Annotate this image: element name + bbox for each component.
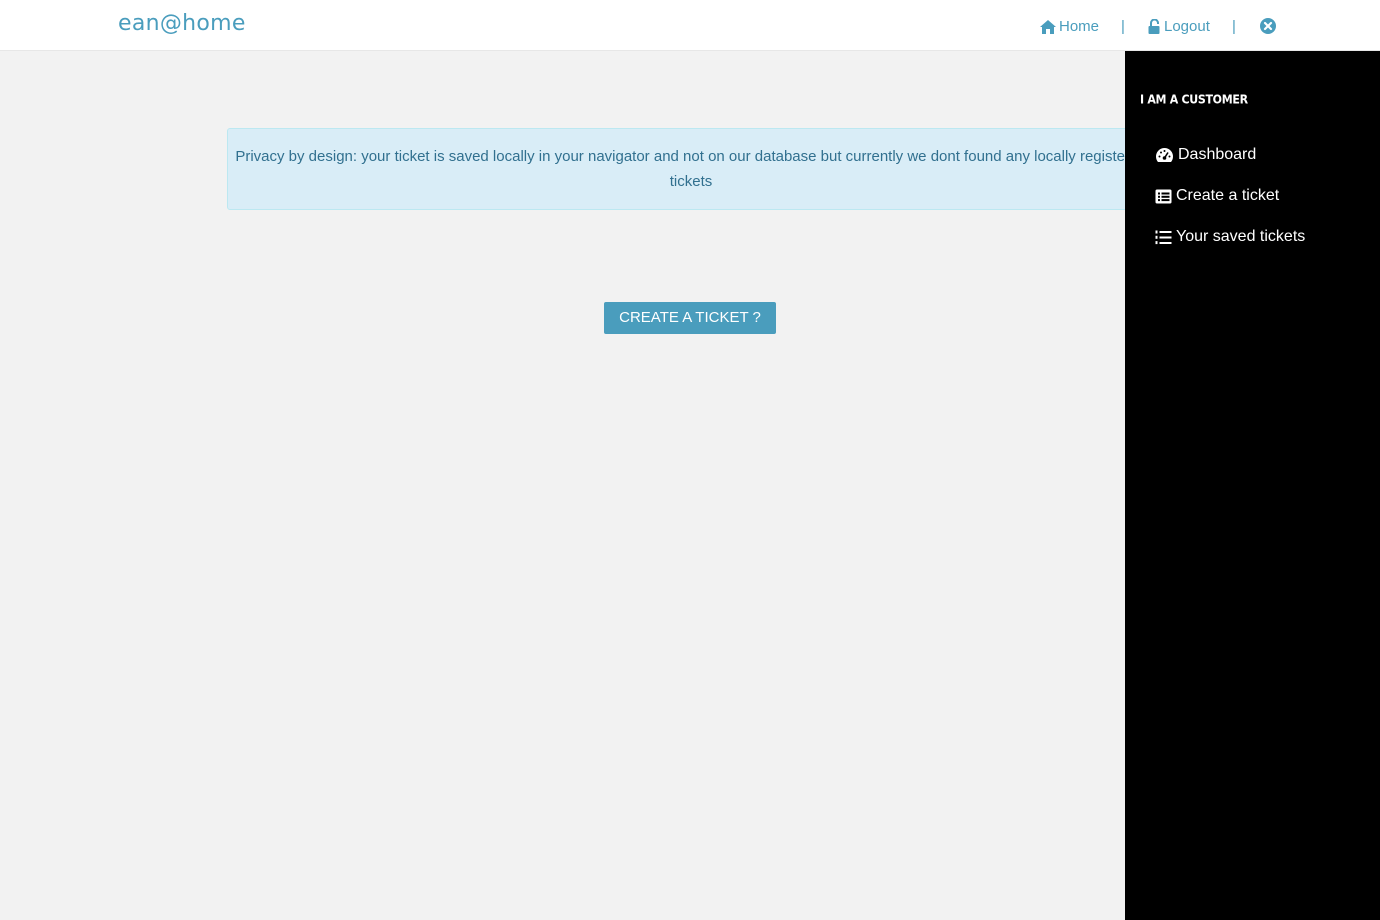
list-ol-icon (1155, 230, 1172, 245)
nav-separator: | (1121, 18, 1125, 35)
dashboard-icon (1155, 147, 1174, 163)
nav-logout-link[interactable]: Logout (1148, 18, 1210, 35)
create-ticket-button[interactable]: CREATE A TICKET ? (604, 302, 776, 334)
nav-separator: | (1232, 18, 1236, 35)
sidebar-item-label: Create a ticket (1176, 187, 1280, 204)
privacy-alert-text: Privacy by design: your ticket is saved … (235, 148, 1147, 190)
close-circle-icon[interactable] (1260, 18, 1276, 34)
home-icon (1040, 19, 1056, 34)
list-alt-icon (1155, 189, 1172, 204)
sidebar-item-dashboard[interactable]: Dashboard (1155, 146, 1256, 164)
nav-home-label: Home (1059, 18, 1100, 35)
top-navbar: ean@home Home | Logout | (0, 0, 1380, 51)
customer-sidebar: I AM A CUSTOMER Dashboard Create a ticke… (1125, 51, 1380, 920)
sidebar-item-label: Dashboard (1178, 146, 1257, 163)
sidebar-item-label: Your saved tickets (1176, 228, 1306, 245)
sidebar-item-saved-tickets[interactable]: Your saved tickets (1155, 228, 1305, 246)
nav-home-link[interactable]: Home (1040, 18, 1099, 35)
brand-logo[interactable]: ean@home (118, 11, 246, 36)
sidebar-title: I AM A CUSTOMER (1140, 92, 1248, 107)
privacy-alert: Privacy by design: your ticket is saved … (227, 128, 1153, 210)
unlock-icon (1148, 19, 1161, 34)
sidebar-item-create-ticket[interactable]: Create a ticket (1155, 187, 1279, 205)
nav-logout-label: Logout (1164, 18, 1210, 35)
